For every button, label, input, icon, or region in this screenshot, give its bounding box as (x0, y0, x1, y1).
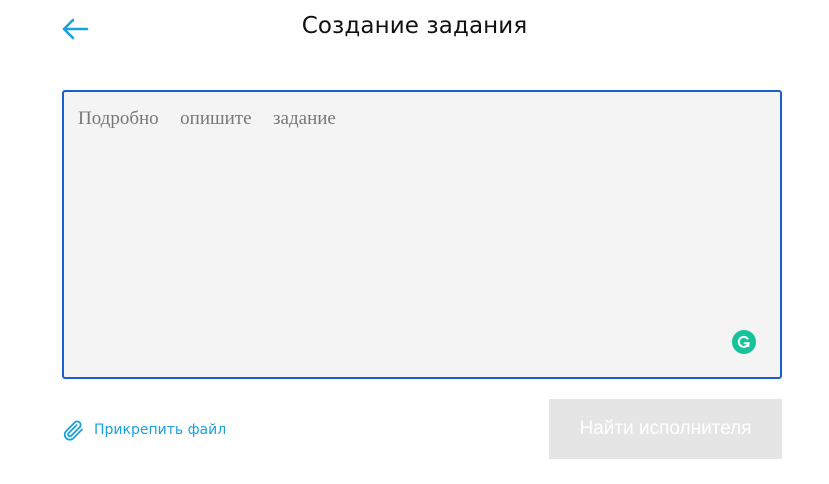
find-performer-button[interactable]: Найти исполнителя (549, 399, 782, 459)
task-description-input[interactable] (64, 92, 780, 377)
create-task-page: Создание задания Прикрепить файл Найти и… (0, 0, 829, 484)
task-description-container (62, 90, 782, 379)
header: Создание задания (0, 0, 829, 58)
paperclip-icon (63, 420, 83, 441)
attach-file-label: Прикрепить файл (94, 422, 227, 438)
page-title: Создание задания (301, 13, 528, 39)
grammarly-g-icon (737, 335, 750, 348)
grammarly-icon[interactable] (732, 330, 756, 354)
attach-file-link[interactable]: Прикрепить файл (62, 418, 226, 442)
